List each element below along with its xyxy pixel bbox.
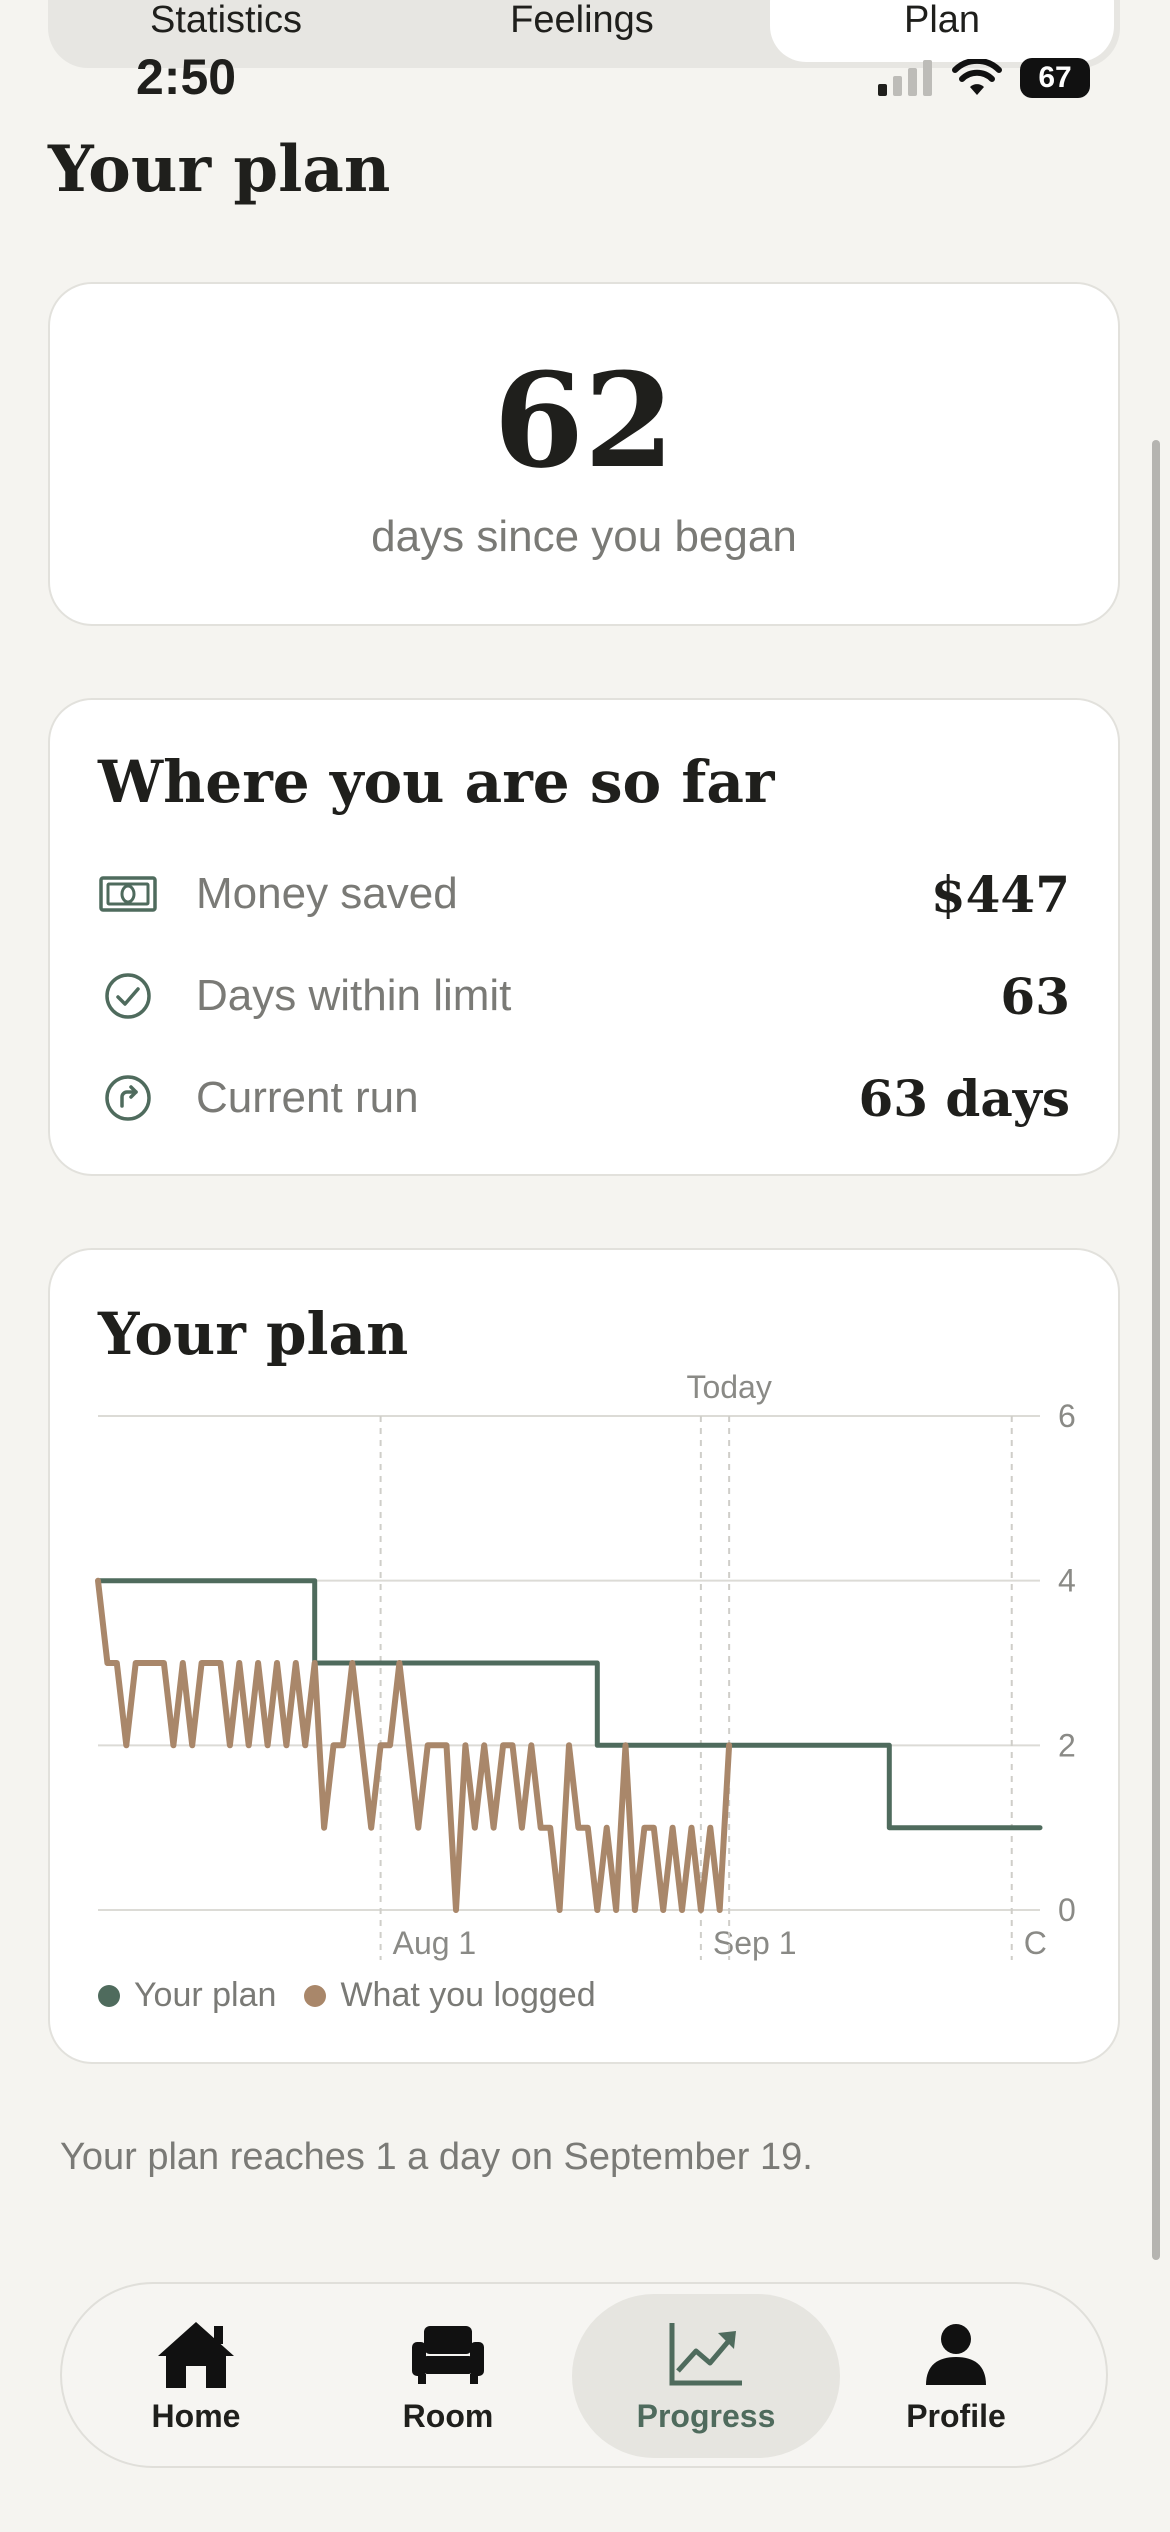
days-caption: days since you began	[371, 512, 797, 561]
tab-room[interactable]: Room	[314, 2294, 582, 2458]
streak-arrow-icon	[98, 1068, 158, 1128]
scrollbar[interactable]	[1152, 440, 1160, 2260]
legend-dot-plan	[98, 1984, 120, 2007]
tab-label: Room	[402, 2397, 494, 2434]
y-tick-label: 6	[1058, 1398, 1076, 1434]
tab-profile[interactable]: Profile	[822, 2294, 1090, 2458]
days-card: 62 days since you began	[48, 282, 1120, 626]
battery-indicator: 67	[1020, 58, 1090, 98]
status-icons: 67	[878, 58, 1090, 98]
stat-value: 63	[1000, 966, 1070, 1026]
progress-card-title: Where you are so far	[98, 748, 775, 816]
x-tick-label: Sep 1	[713, 1925, 797, 1961]
tab-home[interactable]: Home	[62, 2294, 330, 2458]
stat-row-days-within-limit: Days within limit 63	[98, 956, 1070, 1036]
today-marker-label: Today	[686, 1369, 771, 1405]
y-tick-label: 2	[1058, 1727, 1076, 1763]
legend-label: Your plan	[134, 1976, 277, 2014]
segment-plan[interactable]: Plan	[770, 0, 1114, 62]
check-circle-icon	[98, 966, 158, 1026]
tab-label: Profile	[906, 2397, 1006, 2434]
stat-label: Days within limit	[196, 971, 512, 1020]
plan-chart-card: Your plan 0 2 4 6 Aug 1 Sep 1 C Today Your plan…	[48, 1248, 1120, 2064]
tab-label: Home	[151, 2397, 241, 2434]
progress-card: Where you are so far Money saved $447 Da…	[48, 698, 1120, 1176]
segment-feelings[interactable]: Feelings	[404, 0, 760, 68]
stat-value: 63 days	[858, 1068, 1070, 1128]
stat-value: $447	[930, 864, 1070, 924]
x-tick-label: Aug 1	[393, 1925, 477, 1961]
plan-chart: 0 2 4 6 Aug 1 Sep 1 C Today	[95, 1369, 1076, 1961]
tab-label: Progress	[636, 2397, 776, 2434]
stat-label: Current run	[196, 1073, 419, 1122]
y-tick-label: 0	[1058, 1892, 1076, 1928]
legend-item-logged: What you logged	[304, 1976, 596, 2015]
status-time: 2:50	[136, 49, 237, 105]
stat-label: Money saved	[196, 869, 458, 918]
home-icon	[154, 2318, 238, 2390]
legend-dot-logged	[304, 1984, 327, 2007]
wifi-icon	[952, 59, 1002, 95]
days-count: 62	[493, 344, 675, 497]
tab-progress[interactable]: Progress	[572, 2294, 840, 2458]
person-icon	[924, 2318, 988, 2390]
x-tick-label: C	[1024, 1925, 1047, 1961]
plan-footnote: Your plan reaches 1 a day on September 1…	[60, 2136, 813, 2178]
legend-label: What you logged	[340, 1976, 596, 2014]
chart-legend: Your plan What you logged	[98, 1976, 624, 2015]
stat-row-current-run: Current run 63 days	[98, 1058, 1070, 1138]
chart-trend-icon	[666, 2318, 746, 2390]
y-tick-label: 4	[1058, 1563, 1076, 1599]
money-icon	[98, 864, 158, 924]
bottom-tab-bar: Home Room Progress Profile	[60, 2282, 1108, 2468]
page-title: Your plan	[48, 132, 391, 207]
armchair-icon	[410, 2318, 486, 2390]
stat-row-money: Money saved $447	[98, 854, 1070, 934]
signal-icon	[878, 60, 932, 96]
legend-item-plan: Your plan	[98, 1976, 276, 2015]
